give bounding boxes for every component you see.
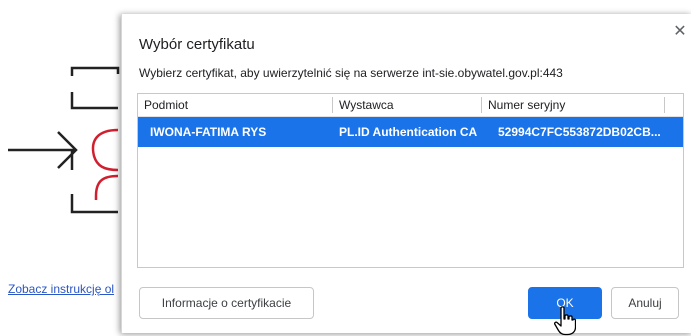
user-icon bbox=[91, 128, 119, 200]
instruction-link[interactable]: Zobacz instrukcję ol bbox=[8, 282, 118, 296]
table-row[interactable]: IWONA-FATIMA RYS PL.ID Authentication CA… bbox=[138, 117, 683, 147]
column-separator[interactable] bbox=[664, 97, 665, 113]
column-separator[interactable] bbox=[481, 97, 482, 113]
cancel-button[interactable]: Anuluj bbox=[611, 287, 679, 319]
cell-issuer: PL.ID Authentication CA bbox=[339, 125, 478, 139]
certificate-table: Podmiot Wystawca Numer seryjny IWONA-FAT… bbox=[137, 93, 684, 268]
dialog-description: Wybierz certyfikat, aby uwierzytelnić si… bbox=[139, 66, 563, 80]
certificate-info-button[interactable]: Informacje o certyfikacie bbox=[139, 287, 314, 319]
dialog-title: Wybór certyfikatu bbox=[139, 36, 255, 53]
arrow-right-icon bbox=[8, 131, 78, 169]
login-illustration bbox=[8, 66, 120, 214]
certificate-dialog: Wybór certyfikatu ✕ Wybierz certyfikat, … bbox=[121, 14, 691, 336]
hand-pointer-icon bbox=[554, 306, 576, 336]
column-header-subject[interactable]: Podmiot bbox=[144, 98, 188, 112]
column-separator[interactable] bbox=[332, 97, 333, 113]
cell-serial: 52994C7FC553872DB02CB... bbox=[498, 125, 661, 139]
cell-subject: IWONA-FATIMA RYS bbox=[150, 125, 267, 139]
column-header-serial[interactable]: Numer seryjny bbox=[488, 98, 565, 112]
column-header-issuer[interactable]: Wystawca bbox=[339, 98, 394, 112]
table-header: Podmiot Wystawca Numer seryjny bbox=[138, 94, 683, 117]
close-icon[interactable]: ✕ bbox=[672, 24, 688, 40]
